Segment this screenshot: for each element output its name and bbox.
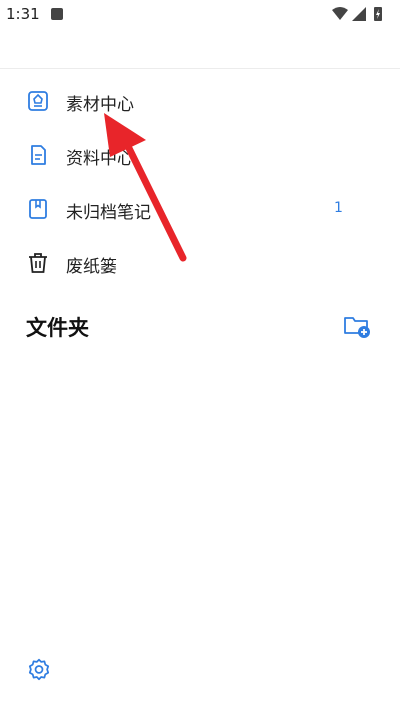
add-folder-icon[interactable] (343, 313, 371, 339)
nav-item-label: 素材中心 (66, 95, 134, 115)
status-icons (332, 7, 382, 21)
nav-item-material-center[interactable]: 素材中心 (0, 74, 400, 128)
folders-section-title: 文件夹 (26, 316, 89, 340)
nav-item-document-center[interactable]: 资料中心 (0, 128, 400, 182)
header-divider (0, 68, 400, 69)
wifi-icon (332, 7, 348, 20)
gear-icon[interactable] (26, 657, 52, 683)
nav-item-label: 资料中心 (66, 149, 134, 169)
nav-item-label: 未归档笔记 (66, 203, 151, 223)
material-center-icon (28, 91, 48, 111)
nav-item-label: 废纸篓 (66, 257, 117, 277)
notification-icon (51, 8, 63, 20)
nav-item-unarchived-notes[interactable]: 未归档笔记 1 (0, 182, 400, 236)
bookmark-notebook-icon (29, 199, 47, 219)
status-time: 1:31 (6, 5, 40, 23)
count-badge: 1 (334, 200, 343, 216)
trash-icon (29, 253, 47, 273)
nav-item-trash[interactable]: 废纸篓 (0, 236, 400, 290)
status-bar: 1:31 (0, 0, 400, 28)
signal-icon (352, 7, 366, 21)
document-icon (31, 145, 46, 165)
